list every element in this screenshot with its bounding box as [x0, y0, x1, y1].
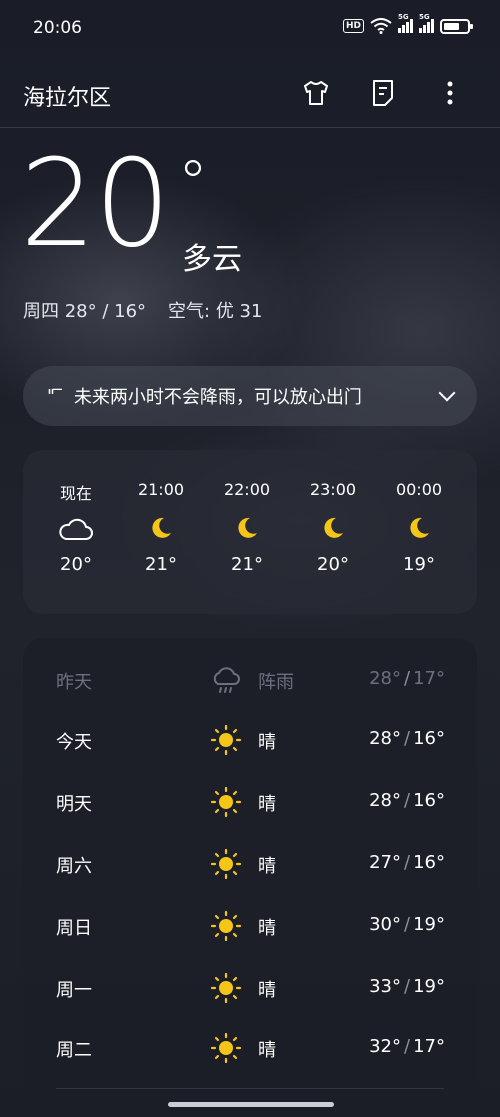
- shirt-icon[interactable]: [301, 78, 331, 108]
- daily-temps: 30°/19°: [369, 914, 445, 935]
- hourly-temp: 21°: [231, 554, 263, 575]
- daily-condition: 晴: [258, 732, 276, 753]
- daily-low: 17°: [413, 1036, 445, 1057]
- daily-condition: 晴: [258, 918, 276, 939]
- daily-temps: 28°/16°: [369, 728, 445, 749]
- sun-icon: [210, 724, 242, 756]
- hourly-temp: 21°: [145, 554, 177, 575]
- hourly-item: 00:00 19°: [379, 480, 459, 575]
- daily-day: 昨天: [56, 672, 92, 693]
- rain-forecast-text: 未来两小时不会降雨，可以放心出门: [73, 387, 362, 408]
- app-header: 海拉尔区: [0, 58, 500, 128]
- moon-icon: [121, 502, 201, 554]
- rain-icon: ''‾: [47, 385, 62, 407]
- daily-temps: 32°/17°: [369, 1036, 445, 1057]
- cloud-moon-icon: [36, 502, 116, 554]
- daily-low: 17°: [413, 668, 445, 689]
- today-summary: 周四 28° / 16° 空气: 优 31: [23, 297, 262, 323]
- daily-condition: 晴: [258, 856, 276, 877]
- daily-low: 19°: [413, 914, 445, 935]
- daily-row[interactable]: 周一 晴 33°/19°: [23, 968, 477, 1008]
- hourly-time: 现在: [59, 484, 92, 503]
- sun-icon: [210, 848, 242, 880]
- daily-row[interactable]: 昨天 阵雨 28°/17°: [23, 660, 477, 700]
- hourly-temp: 20°: [317, 554, 349, 575]
- daily-high: 28°: [369, 668, 402, 689]
- daily-day: 周一: [56, 980, 92, 1001]
- status-time: 20:06: [33, 18, 82, 38]
- daily-low: 16°: [413, 790, 445, 811]
- hourly-forecast[interactable]: 现在 20° 21:00 21° 22:00 21° 23:00 20° 00:00 19°: [23, 450, 477, 614]
- hd-icon: HD: [342, 19, 364, 33]
- status-bar: 20:06 HD 5G 5G: [0, 0, 500, 58]
- daily-condition: 晴: [258, 794, 276, 815]
- current-condition: 多云: [182, 242, 242, 277]
- sun-icon: [210, 972, 242, 1004]
- day-range: 周四 28° / 16°: [23, 301, 147, 322]
- hourly-temp: 19°: [403, 554, 435, 575]
- divider: [56, 1088, 444, 1089]
- location-title[interactable]: 海拉尔区: [23, 80, 111, 112]
- moon-icon: [293, 502, 373, 554]
- daily-condition: 阵雨: [258, 672, 294, 693]
- daily-row[interactable]: 明天 晴 28°/16°: [23, 782, 477, 822]
- daily-row[interactable]: 周六 晴 27°/16°: [23, 844, 477, 884]
- battery-level: [444, 22, 460, 30]
- moon-icon: [379, 502, 459, 554]
- daily-temps: 28°/16°: [369, 790, 445, 811]
- hourly-temp: 20°: [60, 554, 92, 575]
- daily-high: 28°: [369, 790, 402, 811]
- daily-day: 今天: [56, 732, 92, 753]
- daily-high: 28°: [369, 728, 402, 749]
- daily-day: 周日: [56, 918, 92, 939]
- hourly-time: 22:00: [223, 480, 271, 499]
- daily-day: 周二: [56, 1040, 92, 1061]
- signal-icon-2: 5G: [419, 13, 434, 33]
- list-icon[interactable]: [368, 78, 398, 108]
- daily-forecast[interactable]: 昨天 阵雨 28°/17° 今天晴 28°/16° 明天晴 28°/16° 周六晴 27°/16…: [23, 638, 477, 1117]
- home-indicator[interactable]: [168, 1102, 334, 1107]
- daily-high: 30°: [369, 914, 402, 935]
- daily-high: 33°: [369, 976, 402, 997]
- hourly-time: 23:00: [309, 480, 357, 499]
- daily-temps: 28°/17°: [369, 668, 445, 689]
- daily-condition: 晴: [258, 1040, 276, 1061]
- daily-low: 16°: [413, 852, 445, 873]
- daily-row[interactable]: 周日 晴 30°/19°: [23, 906, 477, 946]
- daily-low: 19°: [413, 976, 445, 997]
- hourly-item: 21:00 21°: [121, 480, 201, 575]
- hourly-time: 21:00: [137, 480, 185, 499]
- chevron-down-icon[interactable]: [438, 384, 456, 402]
- sun-icon: [210, 1032, 242, 1064]
- daily-row[interactable]: 周二 晴 32°/17°: [23, 1028, 477, 1068]
- daily-low: 16°: [413, 728, 445, 749]
- hourly-item: 23:00 20°: [293, 480, 373, 575]
- daily-condition: 晴: [258, 980, 276, 1001]
- current-temperature: 20: [20, 135, 171, 274]
- degree-symbol: °: [178, 148, 208, 218]
- hourly-item: 现在 20°: [36, 480, 116, 575]
- hourly-item: 22:00 21°: [207, 480, 287, 575]
- daily-high: 27°: [369, 852, 402, 873]
- signal-icon-1: 5G: [398, 13, 413, 33]
- moon-icon: [207, 502, 287, 554]
- daily-temps: 33°/19°: [369, 976, 445, 997]
- daily-temps: 27°/16°: [369, 852, 445, 873]
- sun-icon: [210, 910, 242, 942]
- more-icon[interactable]: [435, 78, 465, 108]
- wifi-icon: [370, 18, 392, 34]
- air-quality[interactable]: 空气: 优 31: [168, 297, 262, 323]
- daily-day: 明天: [56, 794, 92, 815]
- daily-row[interactable]: 今天 晴 28°/16°: [23, 720, 477, 760]
- daily-high: 32°: [369, 1036, 402, 1057]
- hourly-time: 00:00: [395, 480, 443, 499]
- status-icons: HD 5G 5G: [342, 13, 473, 34]
- sun-icon: [210, 786, 242, 818]
- daily-day: 周六: [56, 856, 92, 877]
- rain-forecast-card[interactable]: ''‾ 未来两小时不会降雨，可以放心出门: [23, 366, 477, 426]
- battery-icon: [440, 18, 473, 34]
- rain-cloud-icon: [210, 664, 242, 696]
